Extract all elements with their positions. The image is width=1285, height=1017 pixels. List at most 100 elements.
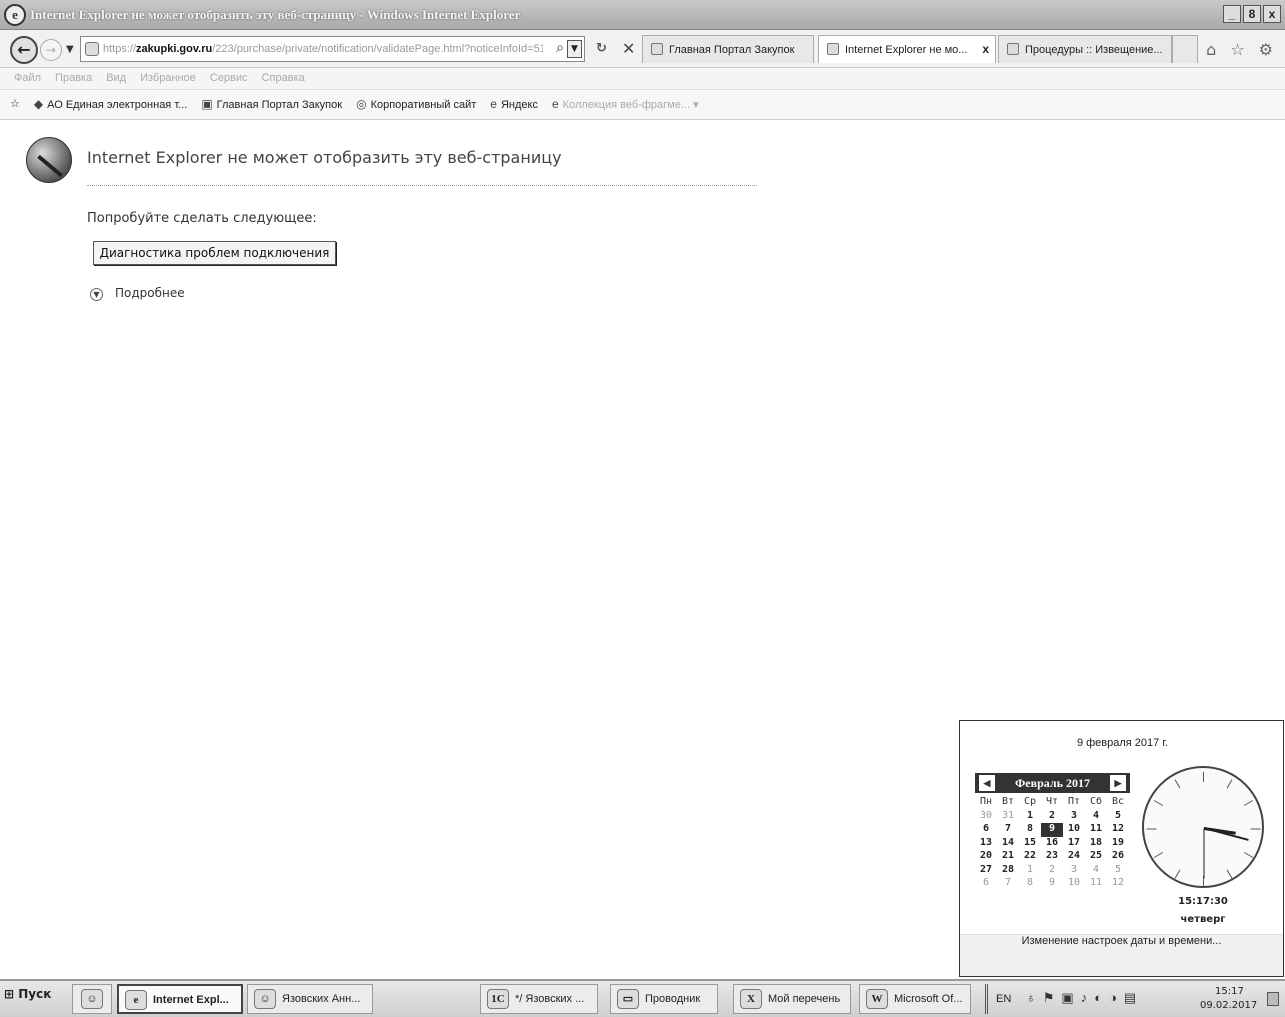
show-desktop-button[interactable] xyxy=(1267,992,1279,1006)
address-dropdown-icon[interactable]: ▼ xyxy=(567,40,582,58)
search-icon[interactable]: ⌕ xyxy=(556,40,564,56)
taskbar-button[interactable]: e Internet Expl... xyxy=(117,984,243,1014)
tray-app-icon[interactable]: ▤ xyxy=(1124,990,1136,1006)
calendar-day[interactable]: 27 xyxy=(975,864,997,878)
calendar-day[interactable]: 13 xyxy=(975,837,997,851)
tab-procedures[interactable]: Процедуры :: Извещение... xyxy=(998,35,1172,63)
menu-favorites[interactable]: Избранное xyxy=(140,72,196,89)
tab-close-icon[interactable]: x xyxy=(982,42,989,56)
minimize-button[interactable]: _ xyxy=(1223,5,1241,23)
favorite-item[interactable]: e Яндекс xyxy=(490,97,538,111)
favorite-item[interactable]: ◎ Корпоративный сайт xyxy=(356,97,476,111)
calendar-day[interactable]: 9 xyxy=(1041,877,1063,891)
url-field[interactable]: https://zakupki.gov.ru/223/purchase/priv… xyxy=(103,43,543,55)
diagnose-button[interactable]: Диагностика проблем подключения xyxy=(93,241,336,265)
calendar-day[interactable]: 1 xyxy=(1019,810,1041,824)
tray-app-icon[interactable]: ◑ xyxy=(1109,990,1117,1006)
title-bar[interactable]: e Internet Explorer не может отобразить … xyxy=(0,0,1285,30)
tray-time[interactable]: 15:17 xyxy=(1215,986,1244,997)
gear-icon[interactable]: ⚙ xyxy=(1259,40,1273,59)
favorites-star-icon[interactable]: ☆ xyxy=(1230,40,1244,59)
calendar-day[interactable]: 3 xyxy=(1063,810,1085,824)
address-bar[interactable]: https://zakupki.gov.ru/223/purchase/priv… xyxy=(80,36,585,62)
calendar-day[interactable]: 2 xyxy=(1041,864,1063,878)
calendar-day[interactable]: 4 xyxy=(1085,864,1107,878)
taskbar-button[interactable]: ▭ Проводник xyxy=(610,984,718,1014)
calendar-day[interactable]: 28 xyxy=(997,864,1019,878)
calendar-day[interactable]: 17 xyxy=(1063,837,1085,851)
calendar-day[interactable]: 30 xyxy=(975,810,997,824)
language-indicator[interactable]: EN xyxy=(996,993,1011,1005)
home-icon[interactable]: ⌂ xyxy=(1206,40,1216,59)
favorite-item[interactable]: ◆ АО Единая электронная т... xyxy=(34,97,187,111)
calendar-day[interactable]: 14 xyxy=(997,837,1019,851)
calendar-day[interactable]: 3 xyxy=(1063,864,1085,878)
calendar-day[interactable]: 18 xyxy=(1085,837,1107,851)
calendar-day[interactable]: 24 xyxy=(1063,850,1085,864)
menu-view[interactable]: Вид xyxy=(106,72,126,89)
menu-tools[interactable]: Сервис xyxy=(210,72,248,89)
calendar-day[interactable]: 12 xyxy=(1107,877,1129,891)
maximize-button[interactable]: 8 xyxy=(1243,5,1261,23)
new-tab-button[interactable] xyxy=(1172,35,1198,63)
next-month-icon[interactable]: ▶ xyxy=(1110,775,1126,791)
favorites-add-icon[interactable]: ☆ xyxy=(10,97,20,110)
calendar-day[interactable]: 8 xyxy=(1019,823,1041,837)
calendar-day[interactable]: 26 xyxy=(1107,850,1129,864)
calendar-day[interactable]: 19 xyxy=(1107,837,1129,851)
quick-launch-user[interactable]: ☺ xyxy=(72,984,112,1014)
more-info-link[interactable]: Подробнее xyxy=(115,286,185,300)
change-datetime-link[interactable]: Изменение настроек даты и времени... xyxy=(960,934,1283,976)
taskbar-button[interactable]: X Мой перечень xyxy=(733,984,851,1014)
calendar-day[interactable]: 22 xyxy=(1019,850,1041,864)
taskbar-button[interactable]: W Microsoft Of... xyxy=(859,984,971,1014)
back-button[interactable]: ← xyxy=(10,36,38,64)
calendar-day[interactable]: 2 xyxy=(1041,810,1063,824)
calendar-day[interactable]: 4 xyxy=(1085,810,1107,824)
calendar-day[interactable]: 6 xyxy=(975,877,997,891)
calendar-day[interactable]: 20 xyxy=(975,850,997,864)
tray-app-icon[interactable]: ◐ xyxy=(1094,990,1102,1006)
calendar-day[interactable]: 11 xyxy=(1085,823,1107,837)
prev-month-icon[interactable]: ◀ xyxy=(979,775,995,791)
tray-app-icon[interactable]: ⚑ xyxy=(1043,990,1055,1006)
calendar-day[interactable]: 15 xyxy=(1019,837,1041,851)
calendar-day[interactable]: 23 xyxy=(1041,850,1063,864)
calendar-day[interactable]: 7 xyxy=(997,877,1019,891)
month-label[interactable]: Февраль 2017 xyxy=(1015,776,1090,790)
start-button[interactable]: ⊞ Пуск xyxy=(4,987,51,1001)
network-icon[interactable]: ▣ xyxy=(1061,990,1073,1006)
stop-button[interactable]: ✕ xyxy=(622,39,635,58)
taskbar-button[interactable]: 1C */ Язовских ... xyxy=(480,984,598,1014)
speaker-icon[interactable]: ♪ xyxy=(1081,990,1088,1006)
tray-date[interactable]: 09.02.2017 xyxy=(1200,1000,1257,1011)
calendar-day[interactable]: 10 xyxy=(1063,877,1085,891)
refresh-button[interactable]: ↻ xyxy=(596,41,607,56)
tab-error-page[interactable]: Internet Explorer не мо... x xyxy=(818,35,996,63)
favorite-item[interactable]: e Коллекция веб-фрагме... ▾ xyxy=(552,97,699,111)
expand-chevron-icon[interactable]: ▼ xyxy=(90,288,103,301)
calendar-day[interactable]: 5 xyxy=(1107,864,1129,878)
close-button[interactable]: x xyxy=(1263,5,1281,23)
calendar-day[interactable]: 1 xyxy=(1019,864,1041,878)
calendar-day[interactable]: 16 xyxy=(1041,837,1063,851)
forward-button[interactable]: → xyxy=(40,39,62,61)
calendar-day[interactable]: 6 xyxy=(975,823,997,837)
menu-edit[interactable]: Правка xyxy=(55,72,92,89)
calendar-day[interactable]: 25 xyxy=(1085,850,1107,864)
calendar-day[interactable]: 21 xyxy=(997,850,1019,864)
calendar-day[interactable]: 5 xyxy=(1107,810,1129,824)
calendar-day[interactable]: 31 xyxy=(997,810,1019,824)
menu-help[interactable]: Справка xyxy=(262,72,305,89)
calendar-day-selected[interactable]: 9 xyxy=(1041,823,1063,837)
calendar-day[interactable]: 8 xyxy=(1019,877,1041,891)
tab-main-portal[interactable]: Главная Портал Закупок xyxy=(642,35,814,63)
taskbar-button[interactable]: ☺ Язовских Анн... xyxy=(247,984,373,1014)
calendar-day[interactable]: 7 xyxy=(997,823,1019,837)
calendar-day[interactable]: 10 xyxy=(1063,823,1085,837)
history-dropdown-icon[interactable]: ▼ xyxy=(66,44,74,55)
favorite-item[interactable]: ▣ Главная Портал Закупок xyxy=(201,97,342,111)
menu-file[interactable]: Файл xyxy=(14,72,41,89)
tray-app-icon[interactable]: ♁ xyxy=(1026,990,1036,1006)
calendar-day[interactable]: 11 xyxy=(1085,877,1107,891)
